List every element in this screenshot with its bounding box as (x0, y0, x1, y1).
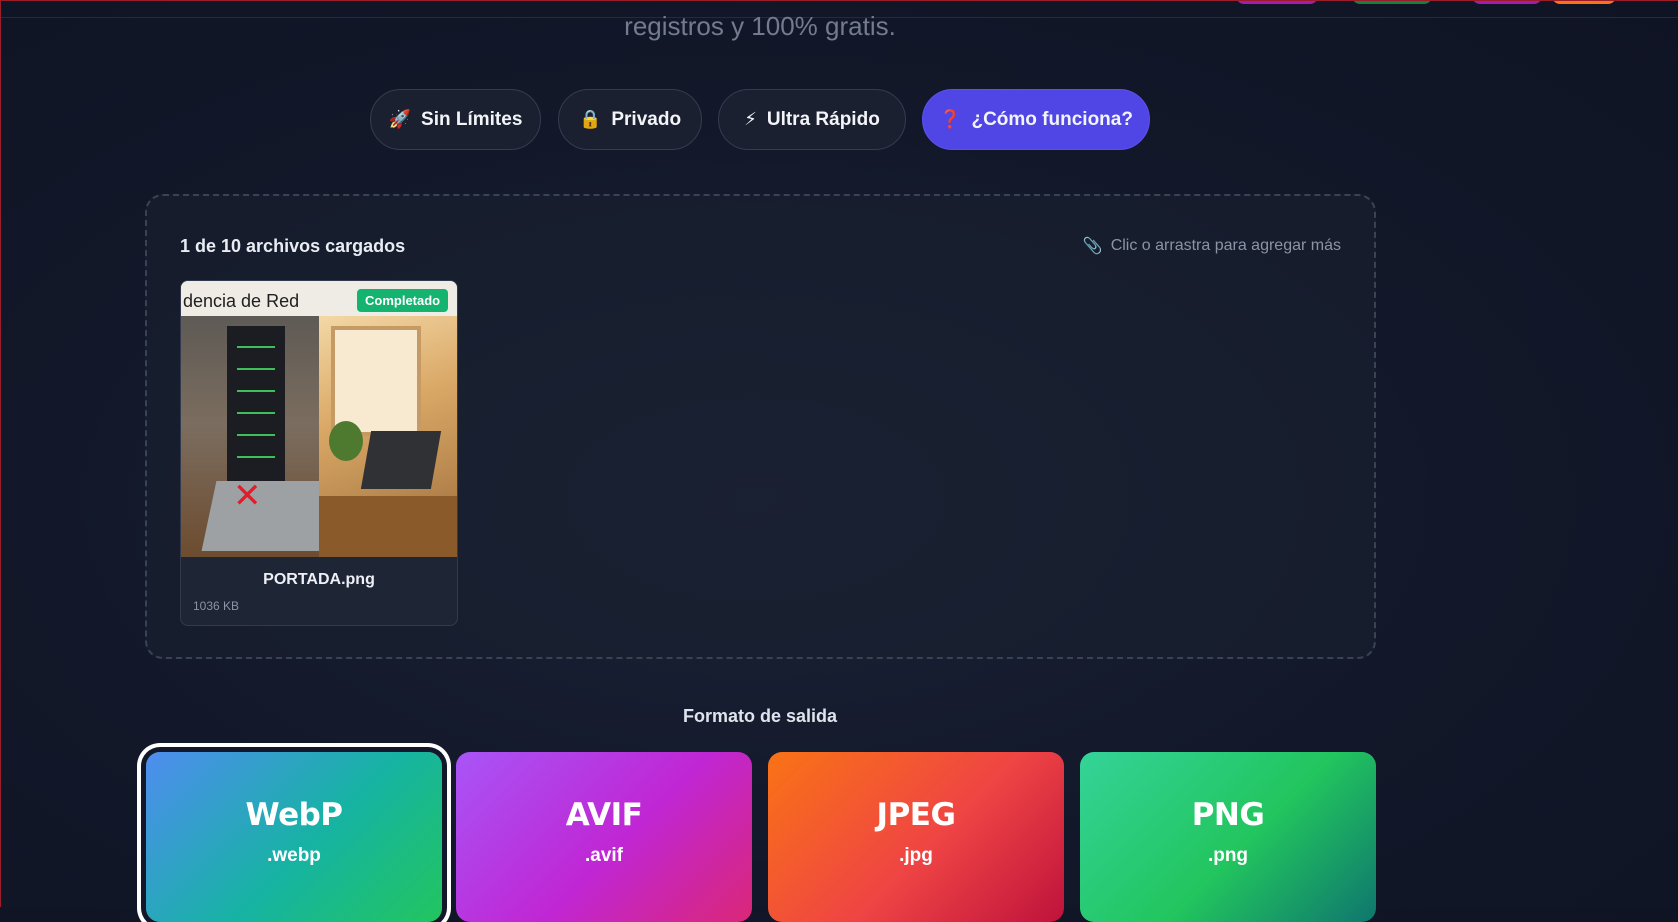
feature-pill-label: Privado (611, 108, 682, 130)
add-more-hint[interactable]: 📎 Clic o arrastra para agregar más (1083, 236, 1341, 256)
format-extension: .png (1207, 845, 1249, 866)
file-size: 1036 KB (193, 599, 240, 613)
rocket-icon: 🚀 (388, 109, 412, 129)
feature-pill-label: Ultra Rápido (766, 108, 880, 130)
nav-chip[interactable] (1552, 0, 1616, 4)
output-format-title: Formato de salida (682, 706, 838, 726)
file-card[interactable]: dencia de Red ✕ Completado PORTADA.png 1… (180, 280, 458, 626)
lightning-icon: ⚡ (744, 109, 757, 129)
nav-chip[interactable] (1472, 0, 1542, 4)
format-name: JPEG (876, 797, 956, 833)
laptop-graphic (360, 431, 442, 489)
upload-count: 1 de 10 archivos cargados (180, 236, 406, 256)
file-thumbnail: dencia de Red ✕ Completado (181, 281, 457, 557)
nav-chip[interactable] (1236, 0, 1318, 4)
add-more-label: Clic o arrastra para agregar más (1110, 237, 1341, 254)
format-extension: .avif (584, 845, 624, 866)
plant-graphic (329, 421, 363, 461)
format-name: WebP (245, 797, 343, 833)
nav-chip[interactable] (1352, 0, 1432, 4)
upload-dropzone[interactable]: 1 de 10 archivos cargados 📎 Clic o arras… (145, 194, 1376, 659)
format-option-webp[interactable]: WebP .webp (146, 752, 442, 922)
feature-pill-label: Sin Límites (421, 108, 523, 130)
error-x-icon: ✕ (233, 477, 262, 515)
feature-pill-ultra-rapido[interactable]: ⚡ Ultra Rápido (718, 89, 906, 150)
format-options: WebP .webp AVIF .avif JPEG .jpg PNG .png (0, 752, 1678, 922)
question-icon: ❓ (939, 109, 962, 129)
format-extension: .jpg (899, 845, 933, 866)
paperclip-icon: 📎 (1082, 238, 1103, 255)
hero-subtitle: registros y 100% gratis. (624, 11, 896, 41)
format-name: AVIF (565, 797, 643, 833)
laptop-graphic (201, 481, 339, 551)
format-extension: .webp (267, 845, 321, 866)
thumbnail-caption: dencia de Red (183, 291, 300, 311)
format-option-avif[interactable]: AVIF .avif (456, 752, 752, 922)
file-name: PORTADA.png (263, 571, 375, 588)
format-name: PNG (1191, 797, 1265, 833)
feature-pill-sin-limites[interactable]: 🚀 Sin Límites (370, 89, 541, 150)
feature-pill-privado[interactable]: 🔒 Privado (558, 89, 702, 150)
format-option-jpeg[interactable]: JPEG .jpg (768, 752, 1064, 922)
window-graphic (331, 326, 421, 436)
feature-pills: 🚀 Sin Límites 🔒 Privado ⚡ Ultra Rápido ❓… (0, 89, 1678, 151)
format-option-png[interactable]: PNG .png (1080, 752, 1376, 922)
how-it-works-button[interactable]: ❓ ¿Cómo funciona? (922, 89, 1150, 150)
lock-icon: 🔒 (578, 109, 602, 129)
desk-graphic (319, 496, 457, 557)
feature-pill-label: ¿Cómo funciona? (971, 108, 1133, 130)
status-badge: Completado (357, 289, 449, 312)
